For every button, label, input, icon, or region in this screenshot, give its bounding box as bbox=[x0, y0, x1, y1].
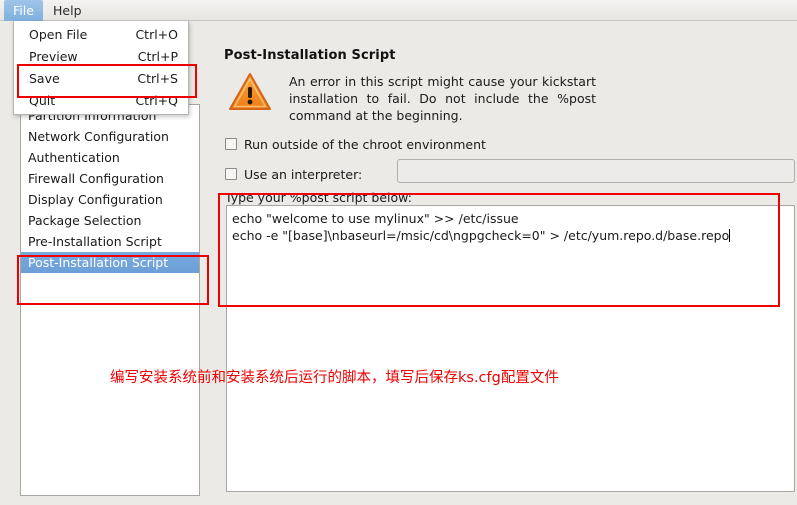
menu-item-open-file[interactable]: Open File Ctrl+O bbox=[14, 24, 188, 46]
annotation-note: 编写安装系统前和安装系统后运行的脚本，填写后保存ks.cfg配置文件 bbox=[110, 370, 559, 386]
checkbox-run-outside-chroot-box[interactable] bbox=[225, 138, 237, 150]
sidebar-item-authentication[interactable]: Authentication bbox=[21, 147, 199, 168]
menu-item-preview[interactable]: Preview Ctrl+P bbox=[14, 46, 188, 68]
checkbox-use-interpreter-label: Use an interpreter: bbox=[244, 166, 363, 182]
menu-item-quit-accelerator: Ctrl+Q bbox=[135, 93, 178, 108]
warning-message: An error in this script might cause your… bbox=[289, 74, 596, 123]
menu-item-quit[interactable]: Quit Ctrl+Q bbox=[14, 90, 188, 112]
main-panel: Post-Installation Script An error in thi… bbox=[212, 26, 797, 504]
section-list[interactable]: Partition Information Network Configurat… bbox=[20, 104, 200, 496]
warning-triangle-icon bbox=[228, 71, 272, 113]
menu-item-preview-label: Preview bbox=[29, 49, 78, 64]
application-window: File Help Open File Ctrl+O Preview Ctrl+… bbox=[0, 0, 797, 505]
file-dropdown-menu: Open File Ctrl+O Preview Ctrl+P Save Ctr… bbox=[13, 21, 189, 115]
menu-help-label: Help bbox=[53, 3, 82, 18]
menu-item-save[interactable]: Save Ctrl+S bbox=[14, 68, 188, 90]
checkbox-use-interpreter[interactable]: Use an interpreter: bbox=[225, 166, 362, 182]
interpreter-input[interactable] bbox=[397, 159, 795, 183]
sidebar-item-post-installation-script[interactable]: Post-Installation Script bbox=[21, 252, 199, 273]
script-line: echo -e "[base]\nbaseurl=/msic/cd\ngpgch… bbox=[232, 227, 789, 244]
post-script-textarea[interactable]: echo "welcome to use mylinux" >> /etc/is… bbox=[226, 205, 795, 492]
menu-item-open-file-label: Open File bbox=[29, 27, 88, 42]
menu-item-quit-label: Quit bbox=[29, 93, 56, 108]
text-caret bbox=[729, 229, 731, 242]
menu-help[interactable]: Help bbox=[44, 0, 91, 21]
menu-file-label: File bbox=[13, 3, 34, 18]
script-line: echo "welcome to use mylinux" >> /etc/is… bbox=[232, 211, 519, 226]
sidebar-item-display-configuration[interactable]: Display Configuration bbox=[21, 189, 199, 210]
menu-bar: File Help bbox=[0, 0, 797, 21]
page-title: Post-Installation Script bbox=[224, 48, 396, 63]
checkbox-run-outside-chroot-label: Run outside of the chroot environment bbox=[244, 136, 486, 152]
menu-file[interactable]: File bbox=[4, 0, 43, 21]
sidebar-item-pre-installation-script[interactable]: Pre-Installation Script bbox=[21, 231, 199, 252]
sidebar-item-package-selection[interactable]: Package Selection bbox=[21, 210, 199, 231]
menu-item-preview-accelerator: Ctrl+P bbox=[137, 49, 178, 64]
script-line-text: echo -e "[base]\nbaseurl=/msic/cd\ngpgch… bbox=[232, 228, 730, 243]
checkbox-use-interpreter-box[interactable] bbox=[225, 168, 237, 180]
checkbox-run-outside-chroot[interactable]: Run outside of the chroot environment bbox=[225, 136, 486, 152]
sidebar-item-firewall-configuration[interactable]: Firewall Configuration bbox=[21, 168, 199, 189]
script-area-label: Type your %post script below: bbox=[225, 190, 412, 205]
sidebar-item-network-configuration[interactable]: Network Configuration bbox=[21, 126, 199, 147]
menu-item-open-file-accelerator: Ctrl+O bbox=[135, 27, 178, 42]
menu-item-save-accelerator: Ctrl+S bbox=[137, 71, 178, 86]
menu-item-save-label: Save bbox=[29, 71, 60, 86]
